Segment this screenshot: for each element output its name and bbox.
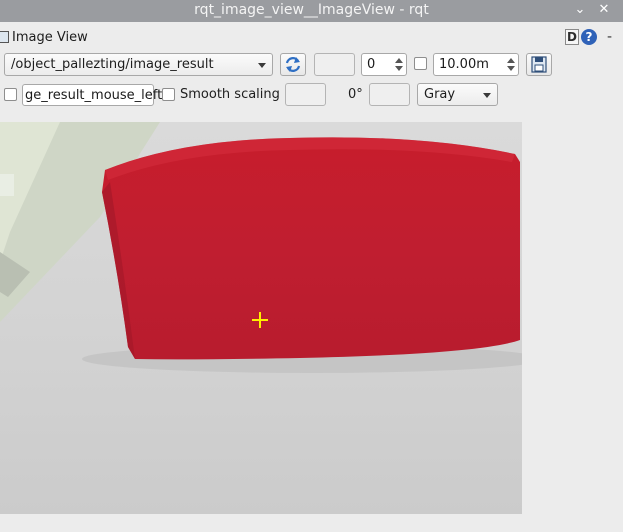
spin-down-icon[interactable] [395,66,403,71]
window-title: rqt_image_view__ImageView - rqt [194,2,429,18]
minimize-icon[interactable]: ⌄ [571,1,589,19]
dynamic-range-checkbox[interactable] [414,57,427,70]
cursor-crosshair [259,312,261,328]
mouse-topic-value: ge_result_mouse_left [25,88,163,103]
help-icon[interactable]: ? [581,29,597,45]
smooth-scaling-label: Smooth scaling [180,87,280,102]
camera-image [0,122,522,514]
zoom-1-button[interactable] [314,53,355,76]
color-scheme-value: Gray [424,87,456,102]
timeout-spinbox[interactable]: 10.00m [433,53,519,76]
spin-up-icon[interactable] [395,58,403,63]
dock-d-button[interactable]: D [565,29,579,45]
spin-up-icon[interactable] [507,58,515,63]
dock-title: Image View [12,30,88,45]
topic-combobox[interactable]: /object_pallezting/image_result [4,53,273,76]
chevron-down-icon [258,63,266,68]
dock-close-button[interactable]: - [607,29,612,45]
close-icon[interactable]: ✕ [595,1,613,19]
save-icon [531,56,547,73]
image-display[interactable] [0,122,522,514]
zoom-spinbox[interactable]: 0 [361,53,407,76]
chevron-down-icon [483,93,491,98]
dock-title-bar: Image View [0,27,623,47]
smooth-scaling-checkbox[interactable] [162,88,175,101]
rotation-label: 0° [348,87,363,102]
rotate-left-button[interactable] [285,83,326,106]
image-view-icon [0,31,9,43]
spin-down-icon[interactable] [507,66,515,71]
timeout-value: 10.00m [439,57,489,72]
mouse-topic-field[interactable]: ge_result_mouse_left [22,84,162,106]
refresh-topics-button[interactable] [280,53,306,76]
zoom-value: 0 [367,57,376,72]
topic-value: /object_pallezting/image_result [11,57,214,72]
rotate-right-button[interactable] [369,83,410,106]
refresh-icon [285,57,301,72]
window-titlebar: rqt_image_view__ImageView - rqt ⌄ ✕ [0,0,623,22]
save-image-button[interactable] [526,53,552,76]
publish-mouse-checkbox[interactable] [4,88,17,101]
color-scheme-combobox[interactable]: Gray [417,83,498,106]
